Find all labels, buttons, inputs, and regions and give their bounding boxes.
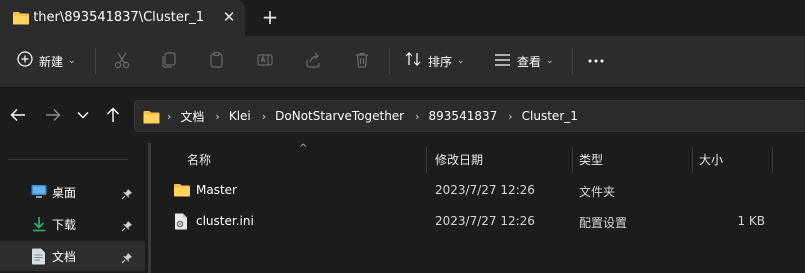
chevron-right-icon: › xyxy=(415,109,420,123)
copy-icon[interactable] xyxy=(160,51,178,73)
folder-icon xyxy=(13,10,29,29)
documents-icon xyxy=(31,248,46,269)
nav-item-documents[interactable]: 文档 xyxy=(0,241,145,271)
file-row-cluster-ini[interactable]: cluster.ini 2023/7/27 12:26 配置设置 1 KB xyxy=(156,207,805,237)
column-header-name[interactable]: 名称 xyxy=(187,151,211,168)
nav-item-label: 桌面 xyxy=(52,186,77,200)
column-divider[interactable] xyxy=(572,147,573,173)
chevron-right-icon: › xyxy=(508,109,513,123)
cut-icon[interactable] xyxy=(113,51,131,73)
rename-icon[interactable] xyxy=(256,51,274,73)
command-bar: 新建 ⌄ 排序 ⌄ 查看 ⌄ xyxy=(0,36,805,87)
pin-icon[interactable] xyxy=(121,249,133,268)
plus-icon[interactable]: + xyxy=(260,7,280,27)
breadcrumb-item[interactable]: 文档 xyxy=(180,108,204,125)
new-button[interactable]: 新建 ⌄ xyxy=(17,49,76,73)
nav-item-downloads[interactable]: 下载 xyxy=(0,209,145,239)
breadcrumb-item[interactable]: DoNotStarveTogether xyxy=(275,109,404,123)
chevron-right-icon: › xyxy=(215,109,220,123)
file-name: Master xyxy=(196,183,237,197)
paste-icon[interactable] xyxy=(208,51,226,73)
close-icon[interactable]: ✕ xyxy=(220,8,238,26)
file-date: 2023/7/27 12:26 xyxy=(435,214,535,228)
view-label: 查看 xyxy=(517,54,542,69)
toolbar-divider xyxy=(389,48,390,74)
file-type: 文件夹 xyxy=(579,185,616,199)
folder-icon xyxy=(143,109,160,128)
column-divider[interactable] xyxy=(426,147,427,173)
nav-scrollbar[interactable] xyxy=(148,143,151,273)
breadcrumb-item[interactable]: Cluster_1 xyxy=(522,109,578,123)
file-name: cluster.ini xyxy=(196,214,254,228)
view-button[interactable]: 查看 ⌄ xyxy=(494,49,554,73)
chevron-down-icon: ⌄ xyxy=(546,56,554,66)
desktop-icon xyxy=(31,184,47,203)
file-list: ^ 名称 修改日期 类型 大小 Master 2023/7/27 12:26 文… xyxy=(156,143,805,273)
folder-icon xyxy=(174,182,190,201)
new-label: 新建 xyxy=(39,54,64,69)
column-divider[interactable] xyxy=(772,147,773,173)
view-icon xyxy=(494,52,511,71)
chevron-down-icon: ⌄ xyxy=(68,56,76,66)
chevron-down-icon: ⌄ xyxy=(457,56,465,66)
tab-cluster-1[interactable]: DoNotStarveTogether\893541837\Cluster_1 … xyxy=(0,0,245,36)
file-date: 2023/7/27 12:26 xyxy=(435,183,535,197)
back-arrow-icon xyxy=(10,109,25,121)
sort-button[interactable]: 排序 ⌄ xyxy=(404,49,465,73)
up-button[interactable] xyxy=(102,104,124,126)
up-arrow-icon xyxy=(107,107,119,122)
nav-item-label: 文档 xyxy=(52,250,77,264)
file-size: 1 KB xyxy=(737,214,765,228)
more-icon[interactable] xyxy=(587,52,605,74)
file-type: 配置设置 xyxy=(579,216,628,230)
chevron-right-icon: › xyxy=(261,109,267,123)
download-icon xyxy=(31,216,47,236)
toolbar-divider xyxy=(572,48,573,74)
nav-item-label: 下载 xyxy=(52,218,77,232)
sort-ascending-icon: ^ xyxy=(299,143,308,154)
address-row: › 文档 › Klei › DoNotStarveTogether › 8935… xyxy=(0,87,805,143)
breadcrumb: › 文档 › Klei › DoNotStarveTogether › 8935… xyxy=(167,101,589,131)
sort-icon xyxy=(404,51,422,71)
breadcrumb-item[interactable]: Klei xyxy=(229,109,251,123)
pin-icon[interactable] xyxy=(121,217,133,236)
column-divider[interactable] xyxy=(692,147,693,173)
share-icon[interactable] xyxy=(304,51,322,73)
chevron-down-icon xyxy=(77,112,89,119)
breadcrumb-item[interactable]: 893541837 xyxy=(429,109,498,123)
address-bar[interactable]: › 文档 › Klei › DoNotStarveTogether › 8935… xyxy=(134,100,805,132)
column-header-type[interactable]: 类型 xyxy=(579,151,603,168)
column-header-row: ^ 名称 修改日期 类型 大小 xyxy=(156,143,805,173)
tab-strip: DoNotStarveTogether\893541837\Cluster_1 … xyxy=(0,0,805,36)
forward-button[interactable] xyxy=(42,104,64,126)
recent-locations-button[interactable] xyxy=(72,104,94,126)
navigation-pane: 桌面 下载 文档 xyxy=(0,143,150,273)
file-row-master[interactable]: Master 2023/7/27 12:26 文件夹 xyxy=(156,176,805,206)
back-button[interactable] xyxy=(7,104,29,126)
delete-icon[interactable] xyxy=(353,51,371,73)
add-icon xyxy=(17,51,33,71)
column-header-size[interactable]: 大小 xyxy=(699,151,723,168)
toolbar-divider xyxy=(95,48,96,74)
pin-icon[interactable] xyxy=(121,185,133,204)
chevron-right-icon: › xyxy=(167,109,172,123)
sort-label: 排序 xyxy=(428,54,453,69)
nav-item-desktop[interactable]: 桌面 xyxy=(0,177,145,207)
column-header-date[interactable]: 修改日期 xyxy=(435,151,483,168)
file-explorer-window: DoNotStarveTogether\893541837\Cluster_1 … xyxy=(0,0,805,273)
tab-title: DoNotStarveTogether\893541837\Cluster_1 xyxy=(34,10,204,25)
settings-file-icon xyxy=(174,213,188,234)
nav-divider xyxy=(8,159,128,160)
forward-arrow-icon xyxy=(46,109,61,121)
